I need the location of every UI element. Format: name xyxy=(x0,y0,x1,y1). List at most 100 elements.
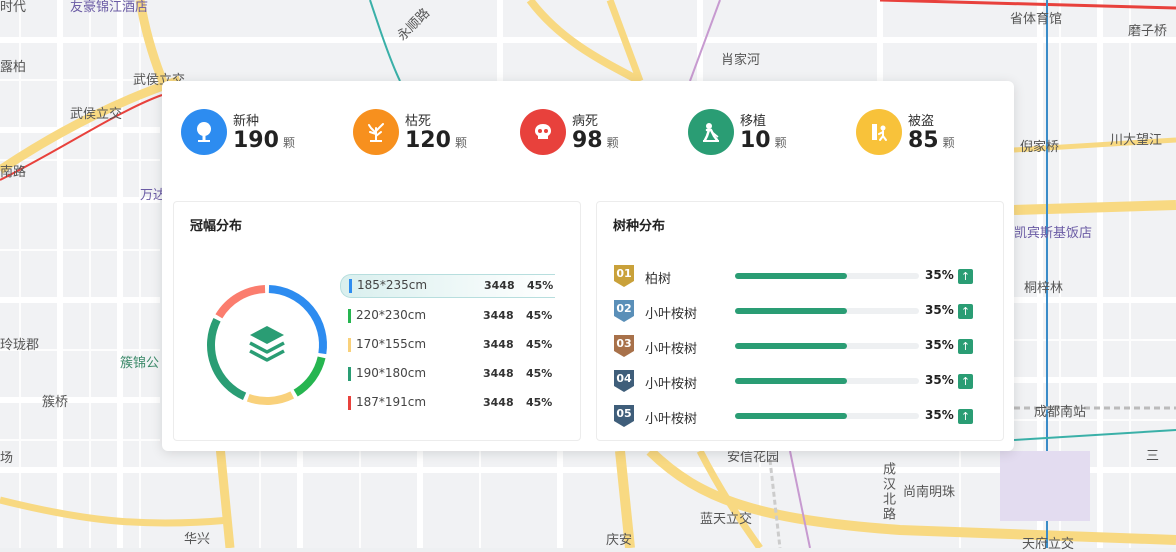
map-label: 武侯立交 xyxy=(70,107,123,122)
stat-value: 190 颗 xyxy=(233,128,295,153)
species-percent: 35% xyxy=(925,338,954,352)
species-name: 小叶桉树 xyxy=(645,377,698,392)
legend-count: 3448 xyxy=(483,396,514,409)
stat-circle xyxy=(856,109,902,155)
trend-up-icon: ↑ xyxy=(958,339,973,354)
trend-up-icon: ↑ xyxy=(958,409,973,424)
rank-badge: 05 xyxy=(613,404,635,428)
crown-legend-row[interactable]: 190*180cm 3448 45% xyxy=(340,363,554,385)
map-label: 时代 xyxy=(0,0,27,15)
donut-segment[interactable] xyxy=(293,356,326,397)
species-row[interactable]: 02 小叶桉树 35% ↑ xyxy=(613,299,973,323)
legend-percent: 45% xyxy=(527,279,554,292)
species-percent: 35% xyxy=(925,373,954,387)
stat-unit: 颗 xyxy=(454,136,467,150)
species-name: 柏树 xyxy=(645,272,672,287)
worker-shovel-icon xyxy=(703,123,719,142)
stat-unit: 颗 xyxy=(942,136,955,150)
trend-up-icon: ↑ xyxy=(958,269,973,284)
stat-dead-withered[interactable]: 枯死 120 颗 xyxy=(353,107,493,157)
crown-legend-row[interactable]: 220*230cm 3448 45% xyxy=(340,305,554,327)
legend-count: 3448 xyxy=(483,367,514,380)
card-title: 树种分布 xyxy=(613,219,666,234)
tree-stats-panel: 新种 190 颗 枯死 120 颗 病死 98 颗 移植 10 颗 被盗 85 … xyxy=(162,81,1014,451)
stat-label: 移植 xyxy=(740,114,767,129)
rank-number: 03 xyxy=(616,337,632,350)
trend-up-icon: ↑ xyxy=(958,304,973,319)
map-label: 南路 xyxy=(0,165,27,180)
stat-label: 病死 xyxy=(572,114,599,129)
dead-tree-icon xyxy=(368,123,384,142)
map-label: 尚南明珠 xyxy=(903,485,956,500)
legend-color-bar xyxy=(348,367,351,381)
stat-unit: 颗 xyxy=(282,136,295,150)
card-title: 冠幅分布 xyxy=(190,219,243,234)
crown-legend-row[interactable]: 185*235cm 3448 45% xyxy=(340,274,555,298)
donut-segment[interactable] xyxy=(207,317,247,400)
species-name: 小叶桉树 xyxy=(645,342,698,357)
donut-segments xyxy=(207,285,327,405)
map-label: 蓝天立交 xyxy=(700,512,753,527)
map-label: 倪家桥 xyxy=(1020,140,1060,155)
legend-percent: 45% xyxy=(526,396,553,409)
map-label: 友豪锦江酒店 xyxy=(70,0,149,15)
species-percent: 35% xyxy=(925,408,954,422)
crown-donut-chart xyxy=(207,285,327,405)
progress-track xyxy=(735,273,919,279)
stat-value: 120 颗 xyxy=(405,128,467,153)
rank-number: 04 xyxy=(616,372,632,385)
species-row[interactable]: 01 柏树 35% ↑ xyxy=(613,264,973,288)
progress-fill xyxy=(735,273,848,279)
stat-circle xyxy=(353,109,399,155)
progress-track xyxy=(735,413,919,419)
rank-badge: 04 xyxy=(613,369,635,393)
stolen-tree-icon xyxy=(872,124,887,141)
legend-color-bar xyxy=(348,309,351,323)
species-name: 小叶桉树 xyxy=(645,412,698,427)
stat-circle xyxy=(520,109,566,155)
stat-transplanted[interactable]: 移植 10 颗 xyxy=(688,107,828,157)
species-row[interactable]: 05 小叶桉树 35% ↑ xyxy=(613,404,973,428)
stat-label: 新种 xyxy=(233,114,260,129)
map-label: 场 xyxy=(0,451,14,466)
donut-segment[interactable] xyxy=(246,391,295,405)
stat-label: 被盗 xyxy=(908,114,935,129)
map-label: 成汉北路 xyxy=(880,462,895,522)
crown-legend-row[interactable]: 170*155cm 3448 45% xyxy=(340,334,554,356)
donut-segment[interactable] xyxy=(268,285,327,355)
map-label: 簇桥 xyxy=(42,395,69,410)
legend-percent: 45% xyxy=(526,338,553,351)
rank-badge: 03 xyxy=(613,334,635,358)
rank-number: 05 xyxy=(616,407,632,420)
legend-size: 190*180cm xyxy=(356,366,427,380)
species-row[interactable]: 04 小叶桉树 35% ↑ xyxy=(613,369,973,393)
skull-icon xyxy=(535,124,551,139)
progress-fill xyxy=(735,378,848,384)
map-label: 成都南站 xyxy=(1034,405,1087,420)
stat-unit: 颗 xyxy=(606,136,619,150)
legend-size: 185*235cm xyxy=(357,278,428,292)
stat-diseased[interactable]: 病死 98 颗 xyxy=(520,107,660,157)
species-row[interactable]: 03 小叶桉树 35% ↑ xyxy=(613,334,973,358)
legend-size: 170*155cm xyxy=(356,337,427,351)
map-label: 三 xyxy=(1146,449,1160,464)
legend-color-bar xyxy=(349,279,352,293)
crown-legend-row[interactable]: 187*191cm 3448 45% xyxy=(340,392,554,414)
map-label: 省体育馆 xyxy=(1010,12,1063,27)
stat-new-planted[interactable]: 新种 190 颗 xyxy=(181,107,321,157)
map-label: 庆安 xyxy=(606,533,633,548)
legend-count: 3448 xyxy=(484,279,515,292)
stat-stolen[interactable]: 被盗 85 颗 xyxy=(856,107,996,157)
stat-circle xyxy=(181,109,227,155)
legend-color-bar xyxy=(348,396,351,410)
donut-segment[interactable] xyxy=(215,285,266,319)
map-label: 簇锦公 xyxy=(120,356,160,371)
progress-track xyxy=(735,378,919,384)
trend-up-icon: ↑ xyxy=(958,374,973,389)
map-label: 华兴 xyxy=(184,532,211,547)
stat-value: 85 颗 xyxy=(908,128,955,153)
species-percent: 35% xyxy=(925,303,954,317)
progress-fill xyxy=(735,343,848,349)
map-label: 玲珑郡 xyxy=(0,338,40,353)
map-label: 川大望江 xyxy=(1110,133,1163,148)
